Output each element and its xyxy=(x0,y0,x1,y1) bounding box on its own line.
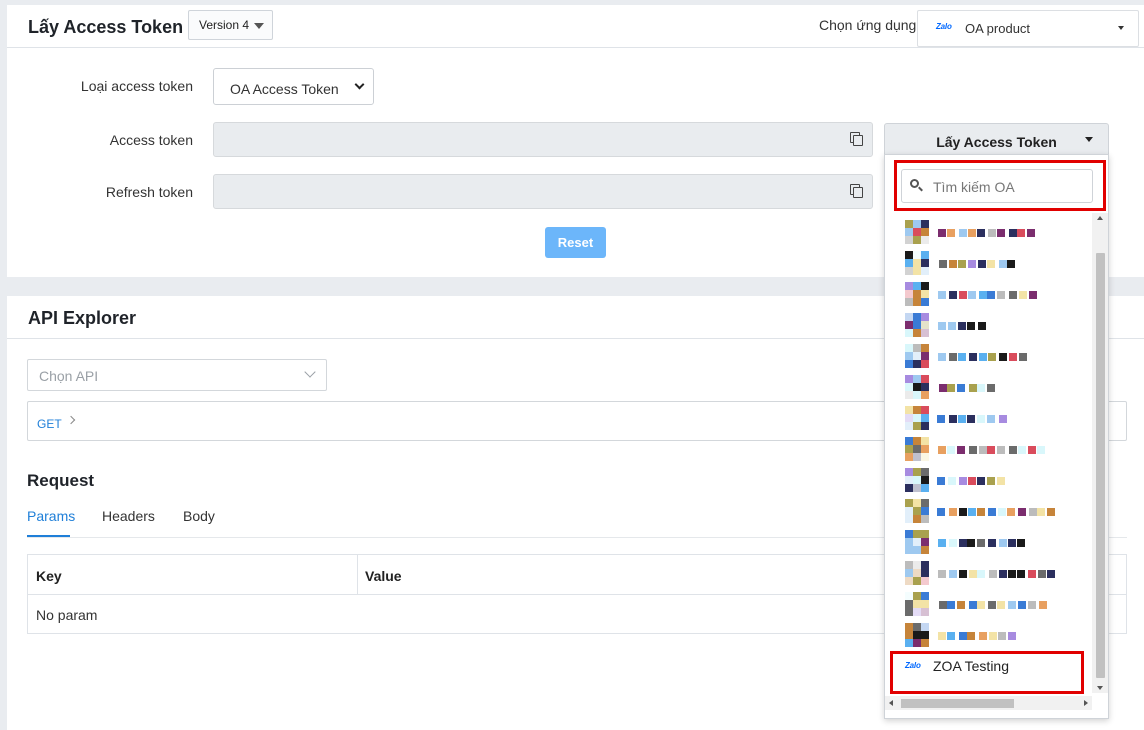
list-item[interactable] xyxy=(905,375,1085,401)
page-title: Lấy Access Token xyxy=(28,17,184,37)
version-select[interactable]: Version 4 xyxy=(188,10,273,40)
scrollbar-thumb[interactable] xyxy=(901,699,1014,708)
oa-avatar-redacted xyxy=(905,530,929,554)
search-highlight-box xyxy=(894,160,1106,211)
access-token-label: Access token xyxy=(109,132,193,148)
http-method: GET xyxy=(37,417,62,431)
token-type-value: OA Access Token xyxy=(230,81,339,97)
list-item[interactable] xyxy=(905,282,1085,308)
copy-icon[interactable] xyxy=(850,132,864,147)
chevron-down-icon xyxy=(354,79,365,90)
refresh-token-label: Refresh token xyxy=(105,184,193,200)
list-item[interactable] xyxy=(905,406,1085,432)
scroll-down-arrow-icon[interactable] xyxy=(1097,686,1103,690)
tab-headers[interactable]: Headers xyxy=(102,508,155,524)
caret-down-icon xyxy=(1118,26,1124,30)
oa-avatar-redacted xyxy=(905,220,929,244)
active-tab-indicator xyxy=(27,535,70,537)
access-token-field[interactable] xyxy=(213,122,873,157)
list-item[interactable] xyxy=(905,220,1085,246)
horizontal-scrollbar[interactable] xyxy=(885,696,1092,710)
zalo-logo-icon: Zalo xyxy=(936,22,952,31)
oa-avatar-redacted xyxy=(905,499,929,523)
token-type-label: Loại access token xyxy=(80,78,193,94)
app-select[interactable]: Zalo OA product xyxy=(917,10,1139,47)
list-item[interactable] xyxy=(905,530,1085,556)
request-title: Request xyxy=(27,471,95,490)
caret-down-icon xyxy=(1085,137,1093,142)
oa-avatar-redacted xyxy=(905,344,929,368)
token-type-select[interactable]: OA Access Token xyxy=(213,68,374,105)
oa-avatar-redacted xyxy=(905,561,929,585)
oa-avatar-redacted xyxy=(905,592,929,616)
list-item[interactable] xyxy=(905,344,1085,370)
scroll-right-arrow-icon[interactable] xyxy=(1084,700,1088,706)
tab-body[interactable]: Body xyxy=(183,508,215,524)
column-header-key: Key xyxy=(36,568,62,584)
access-token-header: Lấy Access Token Version 4 Chọn ứng dụng… xyxy=(7,5,1144,48)
scrollbar-thumb[interactable] xyxy=(1096,253,1105,678)
list-item[interactable] xyxy=(905,499,1085,525)
get-access-token-button[interactable]: Lấy Access Token xyxy=(884,123,1109,157)
app-select-label: Chọn ứng dụng xyxy=(819,17,917,33)
copy-icon[interactable] xyxy=(850,184,864,199)
api-select-placeholder: Chọn API xyxy=(39,368,99,384)
list-item[interactable] xyxy=(905,437,1085,463)
get-access-token-label: Lấy Access Token xyxy=(936,134,1057,150)
oa-avatar-redacted xyxy=(905,251,929,275)
empty-table-text: No param xyxy=(36,607,98,623)
chevron-right-icon xyxy=(66,415,76,425)
api-explorer-title: API Explorer xyxy=(28,308,137,328)
app-select-value: OA product xyxy=(965,21,1031,36)
oa-avatar-redacted xyxy=(905,375,929,399)
oa-avatar-redacted xyxy=(905,437,929,461)
oa-avatar-redacted xyxy=(905,468,929,492)
list-item[interactable] xyxy=(905,561,1085,587)
oa-list: Zalo ZOA Testing xyxy=(885,215,1090,695)
oa-dropdown: Tìm kiếm OA Zalo ZOA Testing xyxy=(884,154,1109,719)
tab-params[interactable]: Params xyxy=(27,508,75,524)
refresh-token-field[interactable] xyxy=(213,174,873,209)
reset-button[interactable]: Reset xyxy=(545,227,606,258)
column-divider xyxy=(357,555,358,595)
oa-avatar-redacted xyxy=(905,282,929,306)
list-item[interactable] xyxy=(905,592,1085,618)
list-item[interactable] xyxy=(905,251,1085,277)
oa-avatar-redacted xyxy=(905,313,929,337)
api-select[interactable]: Chọn API xyxy=(27,359,327,391)
zoa-highlight-box xyxy=(890,651,1084,694)
vertical-scrollbar[interactable] xyxy=(1092,213,1108,693)
column-header-value: Value xyxy=(365,568,402,584)
oa-avatar-redacted xyxy=(905,623,929,647)
scroll-up-arrow-icon[interactable] xyxy=(1097,216,1103,220)
list-item[interactable] xyxy=(905,313,1085,339)
chevron-down-icon xyxy=(304,366,316,378)
scroll-left-arrow-icon[interactable] xyxy=(889,700,893,706)
oa-avatar-redacted xyxy=(905,406,929,430)
list-item[interactable] xyxy=(905,468,1085,494)
version-select-value: Version 4 xyxy=(199,18,250,32)
list-item[interactable] xyxy=(905,623,1085,649)
caret-down-icon xyxy=(254,23,264,29)
